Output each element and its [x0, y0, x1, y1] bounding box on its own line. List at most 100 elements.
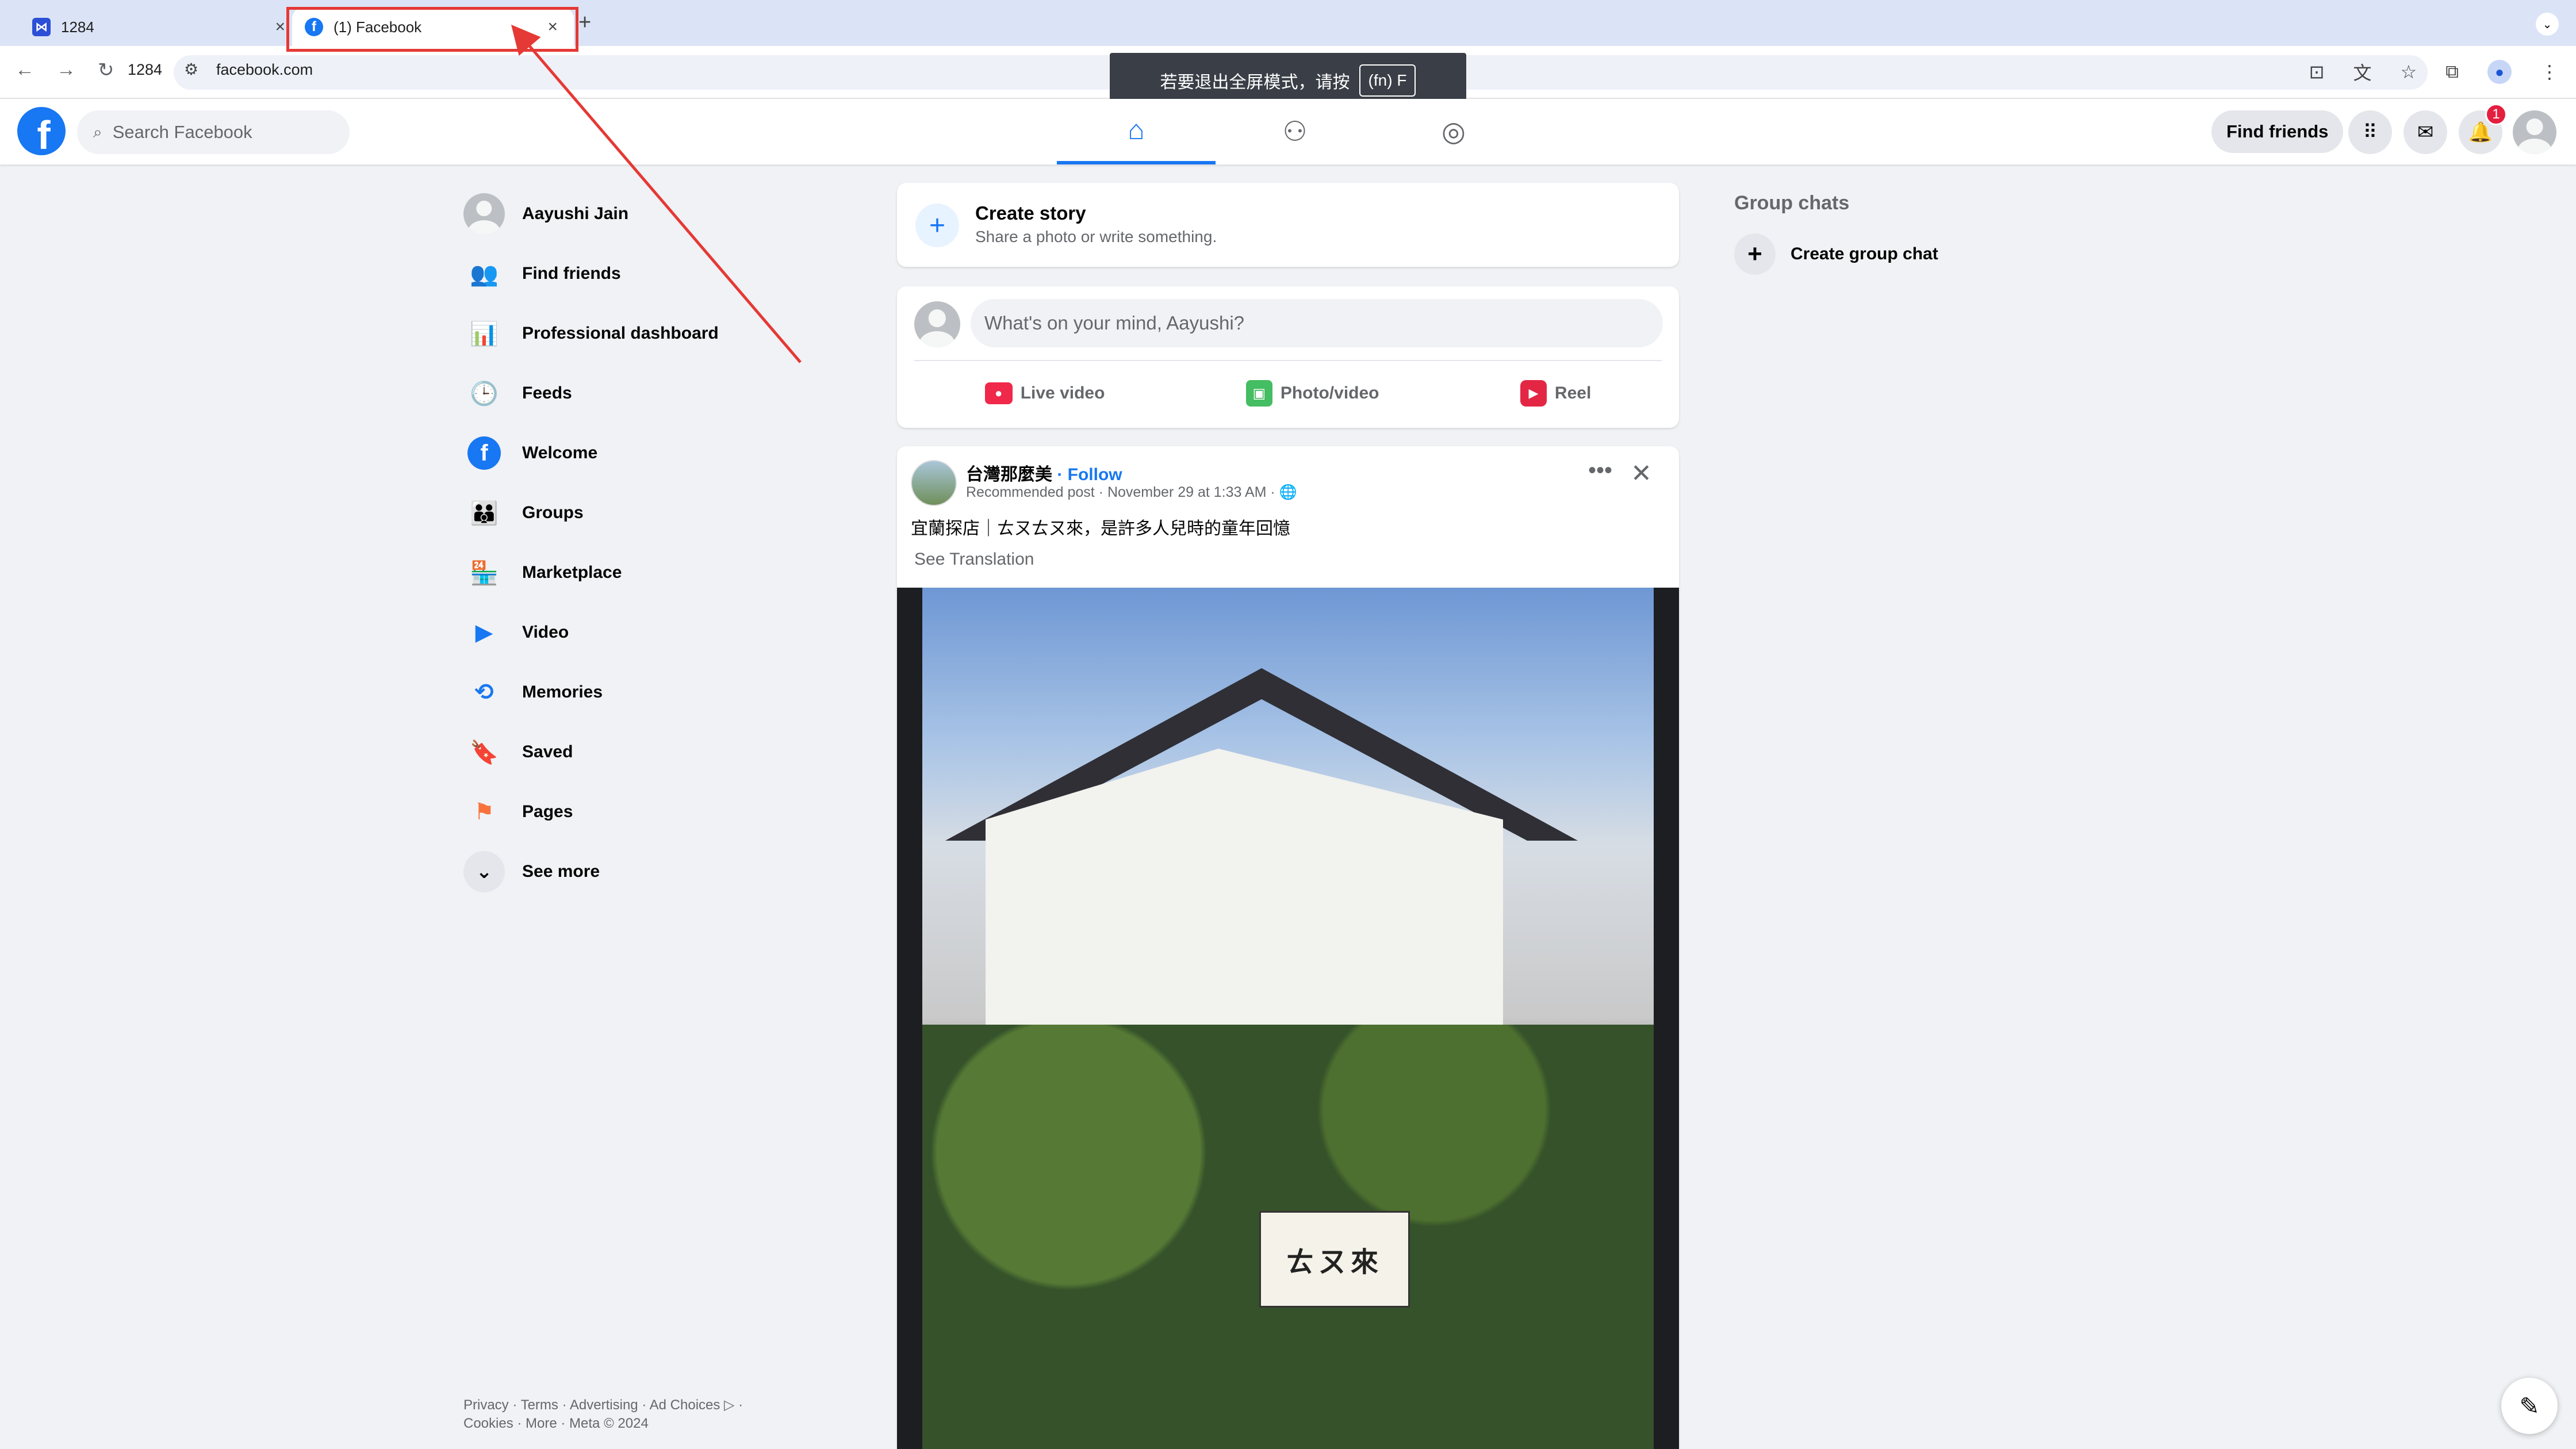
sidebar-item-label: Welcome	[522, 443, 598, 462]
close-icon[interactable]: ✕	[1631, 459, 1652, 488]
post-composer: ● Live video ▣ Photo/video ▶ Reel	[897, 286, 1679, 428]
tab-close-icon[interactable]: ×	[275, 17, 285, 37]
action-label: Reel	[1554, 384, 1592, 402]
browser-tab-1284[interactable]: ⋈ 1284 ×	[32, 8, 285, 46]
install-app-icon[interactable]: ⊡	[2309, 61, 2325, 83]
sidebar-item-label: Aayushi Jain	[522, 204, 629, 223]
home-tab[interactable]: ⌂	[1057, 99, 1216, 164]
account-avatar[interactable]	[2513, 110, 2556, 154]
sidebar-item-find-friends[interactable]: 👥 Find friends	[463, 244, 820, 304]
footer-line-1[interactable]: Privacy · Terms · Advertising · Ad Choic…	[463, 1396, 820, 1414]
create-group-chat-button[interactable]: + Create group chat	[1734, 233, 1938, 275]
post-image[interactable]: ㄊㄡ來	[897, 588, 1679, 1449]
composer-actions: ● Live video ▣ Photo/video ▶ Reel	[914, 368, 1662, 419]
more-options-icon[interactable]: •••	[1588, 458, 1612, 484]
footer-links[interactable]: Privacy · Terms · Advertising · Ad Choic…	[463, 1396, 820, 1433]
feed-post: 台灣那麼美 · Follow Recommended post · Novemb…	[897, 446, 1679, 1449]
messenger-icon[interactable]: ✉	[2404, 110, 2447, 154]
follow-link[interactable]: · Follow	[1052, 465, 1122, 484]
create-story-card[interactable]: + Create story Share a photo or write so…	[897, 183, 1679, 267]
sidebar-item-welcome[interactable]: f Welcome	[463, 423, 820, 483]
dashboard-icon: 📊	[470, 321, 499, 347]
groups-tab[interactable]: ◎	[1374, 99, 1533, 164]
tab-search-chevron-icon[interactable]: ⌄	[2536, 13, 2559, 36]
omnibox-tab-label: 1284	[128, 61, 163, 78]
sidebar-item-label: Memories	[522, 683, 603, 702]
profile-icon[interactable]: ●	[2487, 60, 2512, 84]
create-group-chat-label: Create group chat	[1791, 244, 1938, 263]
sidebar-item-video[interactable]: ▶ Video	[463, 603, 820, 662]
saved-icon: 🔖	[470, 739, 499, 765]
live-video-button[interactable]: ● Live video	[984, 382, 1105, 404]
avatar[interactable]	[914, 301, 960, 347]
search-icon: ⌕	[93, 122, 102, 141]
search-box[interactable]: ⌕	[77, 110, 350, 154]
friends-tab[interactable]: ⚇	[1216, 99, 1374, 164]
sidebar-item-see-more[interactable]: ⌄ See more	[463, 842, 820, 902]
tab-label: 1284	[61, 18, 94, 36]
photo-icon: ▣	[1245, 380, 1272, 407]
search-input[interactable]	[112, 122, 320, 143]
forward-arrow-icon[interactable]: →	[56, 59, 76, 81]
marketplace-icon: 🏪	[470, 560, 499, 586]
composer-input-box[interactable]	[971, 299, 1663, 347]
back-arrow-icon[interactable]: ←	[15, 59, 34, 81]
bookmark-star-icon[interactable]: ☆	[2400, 61, 2417, 83]
left-sidebar: Aayushi Jain 👥 Find friends 📊 Profession…	[463, 184, 820, 902]
page-avatar[interactable]	[911, 460, 957, 506]
sidebar-item-feeds[interactable]: 🕒 Feeds	[463, 363, 820, 423]
chevron-down-icon: ⌄	[463, 851, 505, 892]
kebab-menu-icon[interactable]: ⋮	[2540, 61, 2559, 83]
action-label: Live video	[1020, 384, 1105, 402]
photo-video-button[interactable]: ▣ Photo/video	[1245, 380, 1379, 407]
sidebar-item-saved[interactable]: 🔖 Saved	[463, 722, 820, 782]
menu-grid-icon[interactable]: ⠿	[2348, 110, 2392, 154]
center-nav: ⌂ ⚇ ◎	[1057, 99, 1533, 164]
facebook-header: f ⌕ ⌂ ⚇ ◎ Find friends ⠿ ✉ 🔔 1	[0, 99, 2576, 164]
video-icon: ▶	[475, 620, 493, 645]
live-video-icon: ●	[984, 382, 1013, 404]
home-icon: ⌂	[1128, 114, 1145, 145]
extensions-icon[interactable]: ⧉	[2445, 61, 2459, 83]
toolbar-icons: ⊡ 文 ☆ ⧉ ● ⋮	[2309, 59, 2559, 85]
fullscreen-hint-text: 若要退出全屏模式，请按	[1160, 73, 1350, 92]
annotation-highlight-box	[286, 7, 578, 52]
sidebar-item-marketplace[interactable]: 🏪 Marketplace	[463, 543, 820, 603]
sidebar-item-label: Saved	[522, 742, 573, 761]
sidebar-item-groups[interactable]: 👪 Groups	[463, 483, 820, 543]
see-translation-link[interactable]: See Translation	[914, 550, 1034, 569]
sidebar-item-pages[interactable]: ⚑ Pages	[463, 782, 820, 842]
reel-button[interactable]: ▶ Reel	[1520, 380, 1591, 407]
url-text[interactable]: facebook.com	[216, 61, 313, 79]
sidebar-item-label: Groups	[522, 503, 584, 522]
new-tab-button[interactable]: +	[578, 10, 591, 35]
translate-icon[interactable]: 文	[2353, 59, 2371, 85]
sidebar-item-label: Professional dashboard	[522, 324, 719, 343]
memories-icon: ⟲	[474, 680, 494, 705]
sidebar-item-profile[interactable]: Aayushi Jain	[463, 184, 820, 244]
action-label: Photo/video	[1280, 384, 1379, 402]
reload-icon[interactable]: ↻	[98, 59, 114, 82]
whats-on-your-mind-input[interactable]	[984, 312, 1617, 334]
site-settings-icon[interactable]: ⚙	[184, 60, 198, 79]
create-story-subtitle: Share a photo or write something.	[975, 228, 1217, 246]
footer-line-2[interactable]: Cookies · More · Meta © 2024	[463, 1414, 820, 1433]
sidebar-item-label: Pages	[522, 802, 573, 821]
sidebar-item-memories[interactable]: ⟲ Memories	[463, 662, 820, 722]
house-photo: ㄊㄡ來	[922, 588, 1654, 1449]
sidebar-item-label: Feeds	[522, 384, 572, 402]
house-wall	[986, 749, 1503, 1071]
facebook-logo[interactable]: f	[17, 107, 66, 155]
sidebar-item-professional-dashboard[interactable]: 📊 Professional dashboard	[463, 304, 820, 363]
reel-icon: ▶	[1520, 380, 1547, 407]
fullscreen-hint-key: (fn) F	[1359, 64, 1416, 97]
post-author-name[interactable]: 台灣那麼美	[966, 465, 1052, 484]
new-message-icon[interactable]: ✎	[2501, 1378, 2558, 1434]
sidebar-item-label: Find friends	[522, 264, 621, 283]
app-icon: ⋈	[32, 18, 51, 36]
find-friends-button[interactable]: Find friends	[2211, 110, 2344, 153]
post-author-line: 台灣那麼美 · Follow	[966, 460, 1122, 485]
sidebar-item-label: Marketplace	[522, 563, 622, 582]
post-meta: Recommended post · November 29 at 1:33 A…	[966, 484, 1297, 500]
create-story-title: Create story	[975, 202, 1086, 224]
